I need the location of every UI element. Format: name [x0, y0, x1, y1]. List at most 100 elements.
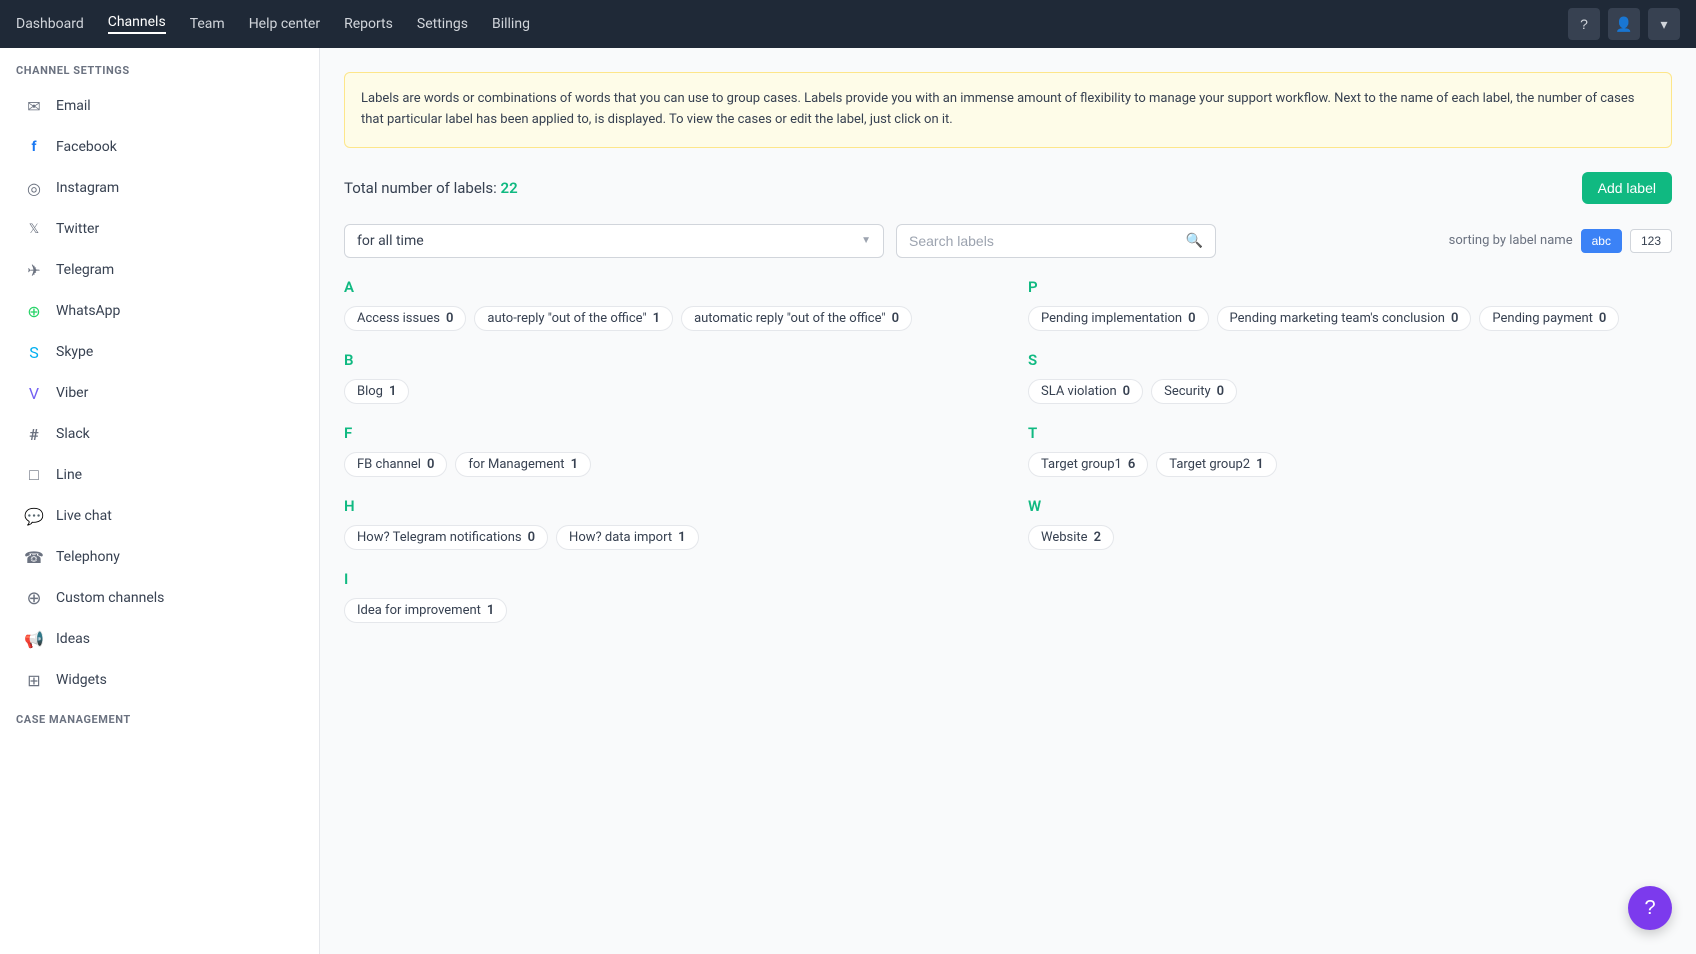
sidebar-item-widgets[interactable]: ⊞ Widgets: [8, 660, 311, 700]
sidebar-item-telephony[interactable]: ☎ Telephony: [8, 537, 311, 577]
label-tag-data-import[interactable]: How? data import 1: [556, 525, 698, 550]
label-tag-access-issues[interactable]: Access issues 0: [344, 306, 466, 331]
label-tag-target-group1[interactable]: Target group1 6: [1028, 452, 1148, 477]
channel-settings-title: CHANNEL SETTINGS: [0, 48, 319, 85]
label-tag-fb-channel[interactable]: FB channel 0: [344, 452, 447, 477]
section-letter-a: A: [344, 278, 988, 296]
sidebar-item-ideas[interactable]: 📢 Ideas: [8, 619, 311, 659]
label-count: 0: [1217, 384, 1224, 399]
viber-icon: V: [24, 383, 44, 403]
label-tag-telegram-notifications[interactable]: How? Telegram notifications 0: [344, 525, 548, 550]
sidebar-item-whatsapp[interactable]: ⊕ WhatsApp: [8, 291, 311, 331]
whatsapp-icon: ⊕: [24, 301, 44, 321]
help-fab-button[interactable]: ?: [1628, 886, 1672, 930]
label-section-f: F FB channel 0 for Management 1: [344, 424, 988, 477]
filter-row: for all time ▼ 🔍 sorting by label name a…: [344, 224, 1672, 258]
label-tag-target-group2[interactable]: Target group2 1: [1156, 452, 1276, 477]
search-icon: 🔍: [1186, 233, 1203, 249]
label-tags-p: Pending implementation 0 Pending marketi…: [1028, 306, 1672, 331]
label-tags-h: How? Telegram notifications 0 How? data …: [344, 525, 988, 550]
label-count: 1: [1256, 457, 1263, 472]
label-count: 0: [446, 311, 453, 326]
sidebar-item-facebook[interactable]: f Facebook: [8, 127, 311, 167]
sidebar-item-line[interactable]: □ Line: [8, 455, 311, 495]
section-letter-i: I: [344, 570, 988, 588]
time-filter-dropdown[interactable]: for all time ▼: [344, 224, 884, 258]
sidebar-item-instagram[interactable]: ◎ Instagram: [8, 168, 311, 208]
sidebar-item-viber[interactable]: V Viber: [8, 373, 311, 413]
nav-help-center[interactable]: Help center: [249, 16, 320, 32]
sidebar-item-livechat[interactable]: 💬 Live chat: [8, 496, 311, 536]
label-count: 0: [892, 311, 899, 326]
sidebar-label-email: Email: [56, 98, 91, 114]
label-tag-automatic-reply[interactable]: automatic reply "out of the office" 0: [681, 306, 912, 331]
label-tag-website[interactable]: Website 2: [1028, 525, 1114, 550]
labels-total-prefix: Total number of labels:: [344, 179, 497, 197]
label-tag-pending-implementation[interactable]: Pending implementation 0: [1028, 306, 1209, 331]
sidebar-label-custom-channels: Custom channels: [56, 590, 164, 606]
sidebar-label-facebook: Facebook: [56, 139, 117, 155]
sorting-area: sorting by label name abc 123: [1449, 229, 1672, 253]
facebook-icon: f: [24, 137, 44, 157]
sidebar-label-widgets: Widgets: [56, 672, 107, 688]
livechat-icon: 💬: [24, 506, 44, 526]
label-section-h: H How? Telegram notifications 0 How? dat…: [344, 497, 988, 550]
nav-team[interactable]: Team: [190, 16, 225, 32]
sidebar-label-line: Line: [56, 467, 82, 483]
label-tags-a: Access issues 0 auto-reply "out of the o…: [344, 306, 988, 331]
label-count: 0: [1188, 311, 1195, 326]
label-count: 1: [678, 530, 685, 545]
sidebar-label-telephony: Telephony: [56, 549, 120, 565]
nav-dashboard[interactable]: Dashboard: [16, 16, 84, 32]
section-letter-s: S: [1028, 351, 1672, 369]
help-icon-btn[interactable]: ?: [1568, 8, 1600, 40]
info-text: Labels are words or combinations of word…: [361, 91, 1634, 127]
label-tag-blog[interactable]: Blog 1: [344, 379, 409, 404]
sort-abc-button[interactable]: abc: [1581, 229, 1622, 253]
nav-channels[interactable]: Channels: [108, 14, 166, 34]
label-count: 1: [389, 384, 396, 399]
nav-reports[interactable]: Reports: [344, 16, 393, 32]
section-letter-b: B: [344, 351, 988, 369]
sidebar-item-twitter[interactable]: 𝕏 Twitter: [8, 209, 311, 249]
layout: CHANNEL SETTINGS ✉ Email f Facebook ◎ In…: [0, 48, 1696, 954]
user-icon-btn[interactable]: 👤: [1608, 8, 1640, 40]
info-banner: Labels are words or combinations of word…: [344, 72, 1672, 148]
label-tag-pending-marketing[interactable]: Pending marketing team's conclusion 0: [1217, 306, 1472, 331]
sort-123-button[interactable]: 123: [1630, 229, 1672, 253]
instagram-icon: ◎: [24, 178, 44, 198]
telegram-icon: ✈: [24, 260, 44, 280]
label-tag-pending-payment[interactable]: Pending payment 0: [1479, 306, 1619, 331]
label-tag-sla-violation[interactable]: SLA violation 0: [1028, 379, 1143, 404]
sidebar-item-custom-channels[interactable]: ⊕ Custom channels: [8, 578, 311, 618]
search-labels-input[interactable]: [909, 233, 1178, 249]
sidebar-label-telegram: Telegram: [56, 262, 114, 278]
sidebar: CHANNEL SETTINGS ✉ Email f Facebook ◎ In…: [0, 48, 320, 954]
label-section-t: T Target group1 6 Target group2 1: [1028, 424, 1672, 477]
label-tag-idea-improvement[interactable]: Idea for improvement 1: [344, 598, 507, 623]
section-letter-t: T: [1028, 424, 1672, 442]
label-count: 0: [1123, 384, 1130, 399]
label-tag-security[interactable]: Security 0: [1151, 379, 1237, 404]
sidebar-label-instagram: Instagram: [56, 180, 119, 196]
label-count: 2: [1094, 530, 1101, 545]
sidebar-item-email[interactable]: ✉ Email: [8, 86, 311, 126]
nav-billing[interactable]: Billing: [492, 16, 530, 32]
nav-settings[interactable]: Settings: [417, 16, 468, 32]
sidebar-label-livechat: Live chat: [56, 508, 112, 524]
labels-total-count: 22: [501, 179, 518, 197]
account-icon-btn[interactable]: ▾: [1648, 8, 1680, 40]
label-section-i: I Idea for improvement 1: [344, 570, 988, 623]
sidebar-item-telegram[interactable]: ✈ Telegram: [8, 250, 311, 290]
sorting-label: sorting by label name: [1449, 233, 1573, 248]
label-section-b: B Blog 1: [344, 351, 988, 404]
label-tag-auto-reply[interactable]: auto-reply "out of the office" 1: [474, 306, 673, 331]
label-section-w: W Website 2: [1028, 497, 1672, 550]
add-label-button[interactable]: Add label: [1582, 172, 1672, 204]
line-icon: □: [24, 465, 44, 485]
sidebar-item-slack[interactable]: # Slack: [8, 414, 311, 454]
search-box: 🔍: [896, 224, 1216, 258]
sidebar-item-skype[interactable]: S Skype: [8, 332, 311, 372]
label-tag-for-management[interactable]: for Management 1: [455, 452, 591, 477]
label-count: 0: [528, 530, 535, 545]
